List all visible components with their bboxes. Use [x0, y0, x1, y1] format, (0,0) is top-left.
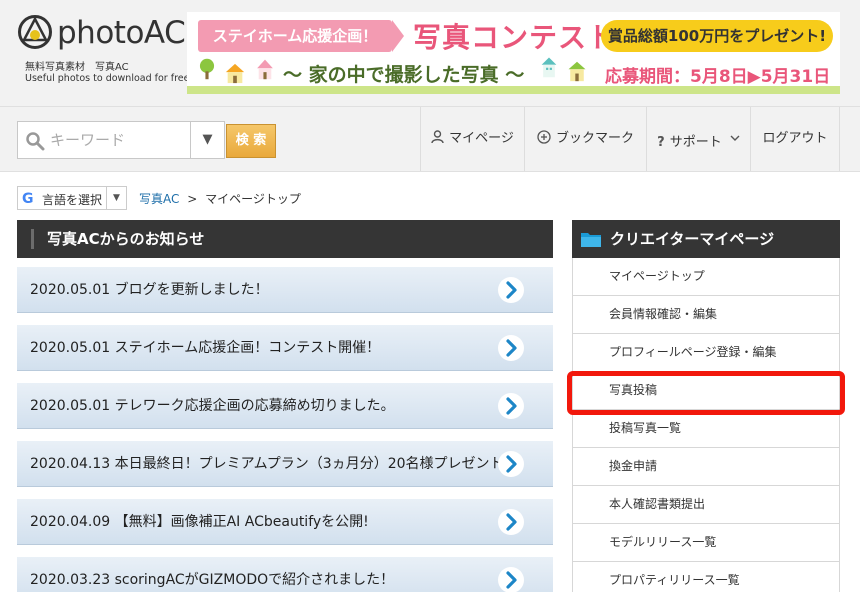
house-icon — [568, 61, 586, 82]
google-g-letter: G — [22, 191, 34, 207]
news-item-text: 2020.04.09 【無料】画像補正AI ACbeautifyを公開! — [30, 514, 369, 530]
nav-mypage-label: マイページ — [449, 131, 514, 146]
logo-word-ac: AC — [143, 15, 186, 51]
nav-support[interactable]: ? サポート — [646, 107, 750, 171]
breadcrumb-home-link[interactable]: 写真AC — [139, 192, 179, 206]
site-header: photoAC 無料写真素材 写真AC Useful photos to dow… — [0, 0, 860, 106]
house-icon — [541, 57, 557, 78]
menu-item-mypage-top[interactable]: マイページトップ — [572, 258, 840, 296]
news-item[interactable]: 2020.05.01 テレワーク応援企画の応募締め切りました。 — [17, 383, 553, 429]
logo-tagline-en: Useful photos to download for free! — [25, 73, 194, 84]
logo-wordmark: photoAC — [57, 15, 186, 51]
banner-subtitle: ～ 家の中で撮影した写真 ～ — [283, 64, 525, 86]
question-icon: ? — [657, 135, 665, 150]
banner-ribbon: ステイホーム応援企画！ — [198, 20, 404, 52]
news-item[interactable]: 2020.04.09 【無料】画像補正AI ACbeautifyを公開! — [17, 499, 553, 545]
google-g-icon: G — [22, 191, 34, 207]
menu-item-member-info[interactable]: 会員情報確認・編集 — [572, 296, 840, 334]
news-item-text: 2020.05.01 テレワーク応援企画の応募締め切りました。 — [30, 398, 395, 414]
banner-contest-title: 写真コンテスト — [413, 21, 617, 54]
news-item[interactable]: 2020.04.13 本日最終日！プレミアムプラン（3ヵ月分）20名様プレゼント… — [17, 441, 553, 487]
chevron-down-icon — [730, 107, 740, 171]
language-selector[interactable]: G 言語を選択 ▼ — [17, 186, 127, 210]
creator-menu-title-text: クリエイターマイページ — [610, 230, 775, 248]
user-icon — [431, 107, 444, 171]
dropdown-arrow-icon: ▼ — [106, 187, 126, 209]
chevron-right-icon — [498, 393, 524, 419]
menu-item-payout-request[interactable]: 換金申請 — [572, 448, 840, 486]
main-nav: ▼ 検 索 マイページ ブックマーク ? サポート ログアウト — [0, 106, 860, 172]
folder-icon — [581, 233, 601, 247]
news-item[interactable]: 2020.05.01 ブログを更新しました！ — [17, 267, 553, 313]
language-selector-label: 言語を選択 — [42, 193, 103, 207]
menu-item-model-releases[interactable]: モデルリリース一覧 — [572, 524, 840, 562]
menu-item-uploaded-photos[interactable]: 投稿写真一覧 — [572, 410, 840, 448]
nav-mypage[interactable]: マイページ — [420, 107, 524, 171]
search-icon — [26, 132, 45, 151]
breadcrumb-separator: > — [187, 192, 198, 206]
banner-ground — [187, 86, 840, 94]
news-item-text: 2020.05.01 ステイホーム応援企画！コンテスト開催！ — [30, 340, 381, 356]
tree-icon — [199, 58, 215, 80]
search-category-dropdown[interactable]: ▼ — [191, 121, 225, 159]
plus-circle-icon — [537, 107, 551, 171]
news-item-text: 2020.05.01 ブログを更新しました！ — [30, 282, 269, 298]
chevron-right-icon — [498, 451, 524, 477]
menu-item-id-documents[interactable]: 本人確認書類提出 — [572, 486, 840, 524]
nav-support-label: サポート — [669, 135, 722, 150]
house-icon — [257, 59, 273, 80]
logo-word-photo: photo — [57, 15, 144, 51]
banner-prize-badge: 賞品総額100万円をプレゼント! — [601, 20, 833, 52]
chevron-right-icon — [498, 335, 524, 361]
highlight-annotation — [567, 371, 845, 415]
breadcrumb: 写真AC > マイページトップ — [139, 190, 301, 207]
news-item[interactable]: 2020.03.23 scoringACがGIZMODOで紹介されました！ — [17, 557, 553, 592]
search-box[interactable] — [17, 121, 191, 159]
chevron-down-icon: ▼ — [202, 132, 213, 147]
nav-bookmark-label: ブックマーク — [555, 131, 634, 146]
nav-logout[interactable]: ログアウト — [750, 107, 840, 171]
chevron-right-icon — [498, 509, 524, 535]
nav-bookmark[interactable]: ブックマーク — [524, 107, 646, 171]
menu-item-profile-page[interactable]: プロフィールページ登録・編集 — [572, 334, 840, 372]
contest-banner[interactable]: ステイホーム応援企画！ 写真コンテスト 賞品総額100万円をプレゼント! ～ 家… — [187, 12, 840, 94]
news-section-title: 写真ACからのお知らせ — [17, 220, 553, 258]
breadcrumb-current: マイページトップ — [205, 192, 301, 206]
creator-menu-title: クリエイターマイページ — [572, 220, 840, 258]
nav-logout-label: ログアウト — [762, 131, 828, 146]
news-item[interactable]: 2020.05.01 ステイホーム応援企画！コンテスト開催！ — [17, 325, 553, 371]
chevron-right-icon — [498, 567, 524, 592]
logo-tagline-jp: 無料写真素材 写真AC — [25, 62, 129, 73]
site-logo[interactable]: photoAC 無料写真素材 写真AC Useful photos to dow… — [17, 14, 193, 84]
chevron-right-icon — [498, 277, 524, 303]
news-item-text: 2020.04.13 本日最終日！プレミアムプラン（3ヵ月分）20名様プレゼント… — [30, 456, 518, 472]
camera-logo-icon — [18, 15, 52, 49]
house-icon — [225, 63, 245, 84]
search-button[interactable]: 検 索 — [226, 124, 276, 158]
menu-item-property-releases[interactable]: プロパティリリース一覧 — [572, 562, 840, 592]
banner-period: 応募期間：5月8日▶5月31日 — [605, 67, 831, 87]
search-input[interactable] — [50, 128, 186, 152]
search-bar: ▼ 検 索 — [17, 121, 277, 159]
news-item-text: 2020.03.23 scoringACがGIZMODOで紹介されました！ — [30, 572, 395, 588]
